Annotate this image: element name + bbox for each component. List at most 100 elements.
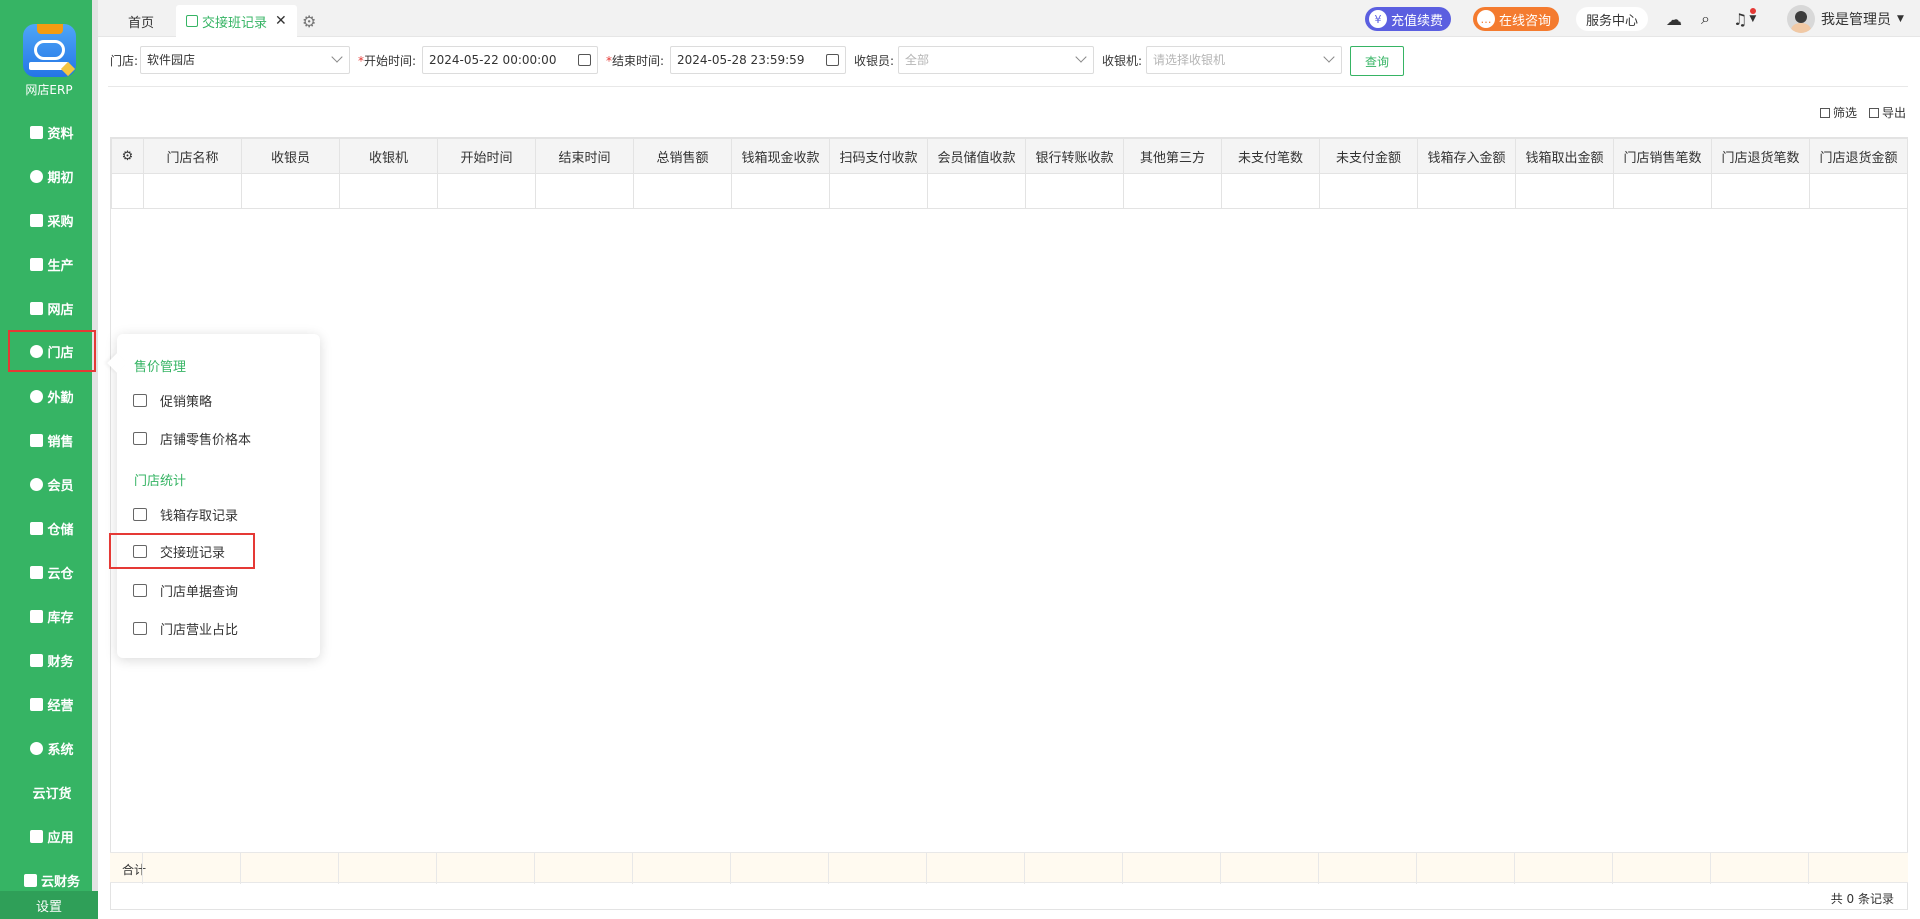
sidebar-item-cloud-order[interactable]: 云订货 bbox=[8, 772, 96, 812]
menu-item-store-documents[interactable]: 门店单据查询 bbox=[133, 578, 238, 602]
total-cell-divider bbox=[436, 853, 437, 884]
column-header[interactable]: 门店名称 bbox=[143, 138, 242, 174]
column-header[interactable]: 收银机 bbox=[339, 138, 438, 174]
menu-item-cashbox-record[interactable]: 钱箱存取记录 bbox=[133, 502, 238, 526]
table-cell bbox=[535, 173, 634, 209]
tab-settings-gear-icon[interactable]: ⚙ bbox=[302, 5, 316, 37]
calendar-icon bbox=[578, 54, 591, 66]
app-logo[interactable] bbox=[23, 24, 76, 77]
notification-dot bbox=[1750, 8, 1756, 14]
sidebar-item-system[interactable]: 系统 bbox=[8, 728, 96, 768]
sidebar-item-opening[interactable]: 期初 bbox=[8, 156, 96, 196]
end-time-input[interactable]: 2024-05-28 23:59:59 bbox=[670, 46, 846, 74]
machine-select[interactable]: 请选择收银机 bbox=[1146, 46, 1342, 74]
book-icon bbox=[30, 213, 44, 227]
sidebar-item-field[interactable]: 外勤 bbox=[8, 376, 96, 416]
total-cell-divider bbox=[1318, 853, 1319, 884]
total-cell-divider bbox=[1024, 853, 1025, 884]
column-header[interactable]: 未支付笔数 bbox=[1221, 138, 1320, 174]
query-button[interactable]: 查询 bbox=[1350, 46, 1404, 76]
chevron-down-icon[interactable]: ▼ bbox=[1749, 14, 1756, 24]
total-cell-divider bbox=[828, 853, 829, 884]
table-cell bbox=[1417, 173, 1516, 209]
store-select[interactable]: 软件园店 bbox=[140, 46, 350, 74]
column-header[interactable]: 结束时间 bbox=[535, 138, 634, 174]
close-icon[interactable]: ✕ bbox=[275, 13, 287, 29]
table-cell bbox=[1319, 173, 1418, 209]
column-header[interactable]: 开始时间 bbox=[437, 138, 536, 174]
table-cell bbox=[633, 173, 732, 209]
column-header[interactable]: 总销售额 bbox=[633, 138, 732, 174]
column-settings-gear-icon[interactable]: ⚙ bbox=[111, 138, 144, 174]
calendar-icon bbox=[826, 54, 839, 66]
menu-item-shift-record[interactable]: 交接班记录 bbox=[109, 533, 255, 569]
sidebar-item-production[interactable]: 生产 bbox=[8, 244, 96, 284]
cashier-label: 收银员: bbox=[854, 54, 895, 68]
menu-item-store-revenue-share[interactable]: 门店营业占比 bbox=[133, 616, 238, 640]
service-center-button[interactable]: 服务中心 bbox=[1576, 7, 1649, 31]
sidebar-item-purchase[interactable]: 采购 bbox=[8, 200, 96, 240]
total-cell-divider bbox=[534, 853, 535, 884]
promotion-icon bbox=[133, 393, 147, 407]
menu-item-retail-pricebook[interactable]: 店铺零售价格本 bbox=[133, 426, 251, 450]
warehouse-icon bbox=[30, 521, 44, 535]
total-cell-divider bbox=[1710, 853, 1711, 884]
sidebar-item-store[interactable]: 门店 bbox=[8, 330, 96, 372]
consult-button[interactable]: … 在线咨询 bbox=[1473, 7, 1560, 31]
sidebar-item-member[interactable]: 会员 bbox=[8, 464, 96, 504]
sidebar-item-data[interactable]: 资料 bbox=[8, 112, 96, 152]
start-time-input[interactable]: 2024-05-22 00:00:00 bbox=[422, 46, 598, 74]
cashier-select[interactable]: 全部 bbox=[898, 46, 1094, 74]
recharge-button[interactable]: ¥ 充值续费 bbox=[1365, 7, 1452, 31]
download-cloud-icon[interactable]: ☁ bbox=[1666, 10, 1682, 29]
sidebar-item-sales[interactable]: 销售 bbox=[8, 420, 96, 460]
total-cell-divider bbox=[1220, 853, 1221, 884]
sidebar-item-finance[interactable]: 财务 bbox=[8, 640, 96, 680]
sidebar-item-webstore[interactable]: 网店 bbox=[8, 288, 96, 328]
sidebar-item-cloud-warehouse[interactable]: 云仓 bbox=[8, 552, 96, 592]
chevron-down-icon[interactable]: ▼ bbox=[1897, 14, 1904, 24]
table-row bbox=[111, 173, 1907, 209]
sidebar-item-apps[interactable]: 应用 bbox=[8, 816, 96, 856]
column-header[interactable]: 钱箱取出金额 bbox=[1515, 138, 1614, 174]
sidebar-item-operation[interactable]: 经营 bbox=[8, 684, 96, 724]
user-name[interactable]: 我是管理员 bbox=[1821, 9, 1891, 29]
sidebar-item-inventory[interactable]: 库存 bbox=[8, 596, 96, 636]
calendar-icon bbox=[133, 621, 147, 635]
start-time-label: 开始时间: bbox=[364, 54, 417, 68]
column-header[interactable]: 钱箱存入金额 bbox=[1417, 138, 1516, 174]
store-icon bbox=[30, 301, 44, 315]
wallet-icon bbox=[30, 653, 44, 667]
column-header[interactable]: 钱箱现金收款 bbox=[731, 138, 830, 174]
table-cell bbox=[339, 173, 438, 209]
tab-shift-record[interactable]: 交接班记录 ✕ bbox=[176, 5, 297, 37]
avatar[interactable] bbox=[1787, 5, 1815, 33]
store-label: 门店: bbox=[110, 54, 139, 68]
chevron-down-icon bbox=[331, 51, 343, 63]
table-cell bbox=[731, 173, 830, 209]
column-header[interactable]: 会员储值收款 bbox=[927, 138, 1026, 174]
header-actions: ¥ 充值续费 bbox=[1365, 6, 1452, 32]
end-time-label: 结束时间: bbox=[612, 54, 665, 68]
menu-item-promotion[interactable]: 促销策略 bbox=[133, 388, 212, 412]
record-count: 共 0 条记录 bbox=[1830, 892, 1894, 906]
tab-home[interactable]: 首页 bbox=[128, 5, 154, 37]
column-header[interactable]: 其他第三方 bbox=[1123, 138, 1222, 174]
bell-icon[interactable]: ♫ bbox=[1733, 10, 1747, 29]
calendar-icon bbox=[133, 544, 147, 558]
export-button[interactable]: 导出 bbox=[1868, 104, 1906, 121]
column-header[interactable]: 扫码支付收款 bbox=[829, 138, 928, 174]
column-header[interactable]: 门店销售笔数 bbox=[1613, 138, 1712, 174]
column-header[interactable]: 未支付金额 bbox=[1319, 138, 1418, 174]
sidebar-item-warehouse[interactable]: 仓储 bbox=[8, 508, 96, 548]
column-header[interactable]: 银行转账收款 bbox=[1025, 138, 1124, 174]
column-header[interactable]: 收银员 bbox=[241, 138, 340, 174]
search-icon[interactable]: ⌕ bbox=[1701, 9, 1710, 29]
machine-label: 收银机: bbox=[1102, 54, 1143, 68]
settings-button[interactable]: 设置 bbox=[0, 891, 98, 919]
column-header[interactable]: 门店退货金额 bbox=[1809, 138, 1907, 174]
column-header[interactable]: 门店退货笔数 bbox=[1711, 138, 1810, 174]
filter-button[interactable]: 筛选 bbox=[1819, 104, 1857, 121]
cloud-finance-icon bbox=[23, 873, 37, 887]
total-row: 合计 bbox=[110, 852, 1908, 884]
